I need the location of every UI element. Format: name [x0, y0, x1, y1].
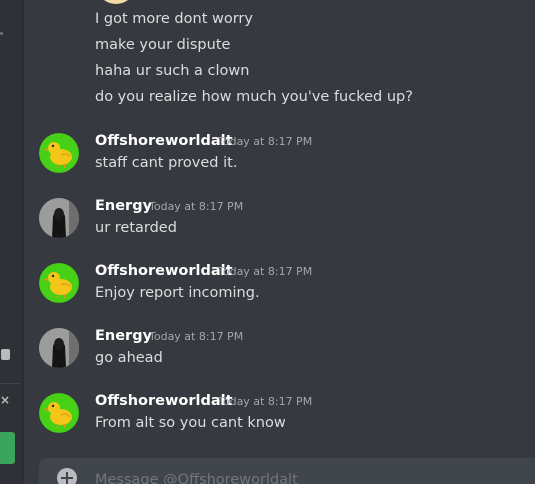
message-author[interactable]: Offshoreworldalt: [95, 261, 233, 281]
message-input-placeholder[interactable]: Message @Offshoreworldalt: [95, 470, 298, 484]
message-author[interactable]: Offshoreworldalt: [95, 131, 233, 151]
message-author[interactable]: Energy: [95, 326, 152, 346]
dark-figure-avatar[interactable]: [39, 198, 79, 238]
message-content: Enjoy report incoming.: [95, 285, 260, 301]
message-group: Offshoreworldalt Today at 8:17 PM Enjoy …: [0, 263, 535, 313]
previous-avatar-partial: [96, 0, 136, 4]
message-timestamp: Today at 8:17 PM: [218, 395, 313, 408]
chat-window: × I got more dont worry make your disput…: [0, 0, 535, 484]
message-group: Offshoreworldalt Today at 8:17 PM staff …: [0, 133, 535, 183]
chick-icon[interactable]: [39, 133, 79, 173]
message-content: staff cant proved it.: [95, 155, 238, 171]
message-author[interactable]: Offshoreworldalt: [95, 391, 233, 411]
message-line: make your dispute: [95, 37, 231, 53]
message-composer[interactable]: Message @Offshoreworldalt: [39, 458, 535, 484]
message-group: Energy Today at 8:17 PM ur retarded: [0, 198, 535, 248]
message-timestamp: Today at 8:17 PM: [218, 135, 313, 148]
message-group: Offshoreworldalt Today at 8:17 PM From a…: [0, 393, 535, 443]
message-content: go ahead: [95, 350, 163, 366]
message-timestamp: Today at 8:17 PM: [149, 330, 244, 343]
message-group: Energy Today at 8:17 PM go ahead: [0, 328, 535, 378]
add-attachment-icon[interactable]: [57, 468, 77, 484]
dark-figure-avatar[interactable]: [39, 328, 79, 368]
message-content: From alt so you cant know: [95, 415, 286, 431]
message-line: do you realize how much you've fucked up…: [95, 89, 413, 105]
message-author[interactable]: Energy: [95, 196, 152, 216]
sidebar-divider: [0, 383, 20, 384]
message-timestamp: Today at 8:17 PM: [149, 200, 244, 213]
message-line: haha ur such a clown: [95, 63, 250, 79]
chick-icon[interactable]: [39, 393, 79, 433]
chick-icon[interactable]: [39, 263, 79, 303]
sidebar-dot: [0, 32, 3, 35]
message-timestamp: Today at 8:17 PM: [218, 265, 313, 278]
message-content: ur retarded: [95, 220, 177, 236]
message-line: I got more dont worry: [95, 11, 253, 27]
